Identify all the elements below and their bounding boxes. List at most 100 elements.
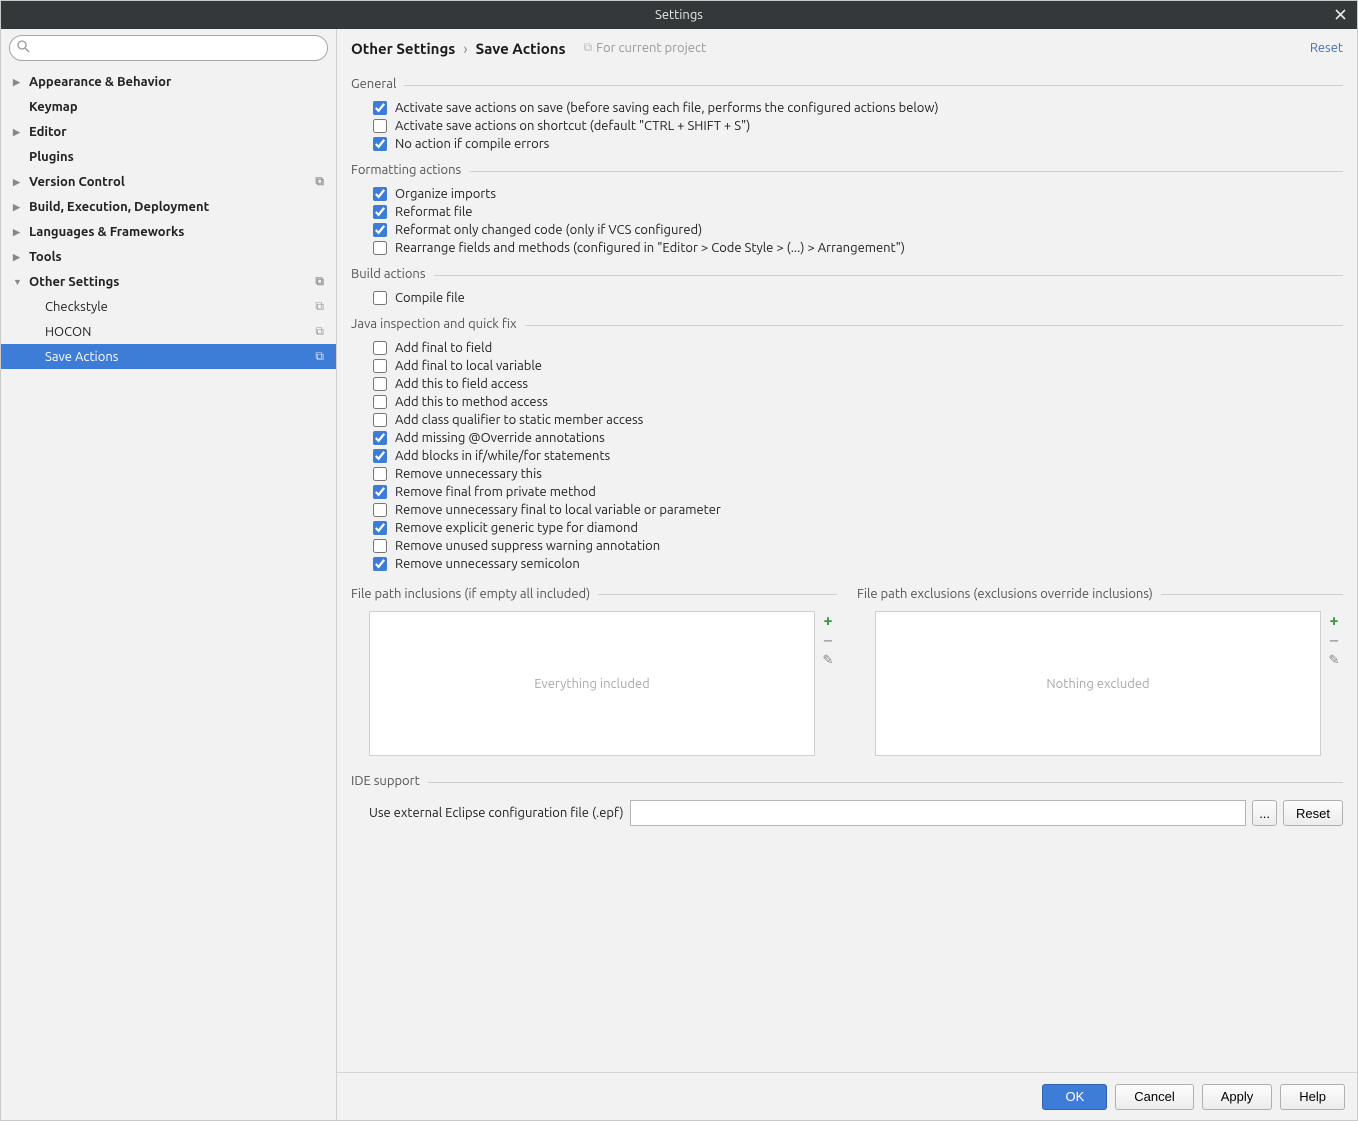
java-option[interactable]: Add final to local variable bbox=[373, 359, 1343, 373]
checkbox[interactable] bbox=[373, 187, 387, 201]
checkbox[interactable] bbox=[373, 485, 387, 499]
java-option[interactable]: Remove unnecessary final to local variab… bbox=[373, 503, 1343, 517]
option-label: Add final to field bbox=[395, 341, 492, 355]
java-option[interactable]: Remove unnecessary this bbox=[373, 467, 1343, 481]
sidebar-item-label: HOCON bbox=[45, 325, 91, 339]
checkbox[interactable] bbox=[373, 539, 387, 553]
checkbox[interactable] bbox=[373, 503, 387, 517]
cancel-button[interactable]: Cancel bbox=[1115, 1084, 1193, 1110]
browse-button[interactable]: ... bbox=[1252, 800, 1277, 826]
expand-arrow-icon bbox=[13, 201, 23, 213]
sidebar-item-save-actions[interactable]: Save Actions⧉ bbox=[1, 344, 336, 369]
java-option[interactable]: Add final to field bbox=[373, 341, 1343, 355]
project-scope-icon: ⧉ bbox=[315, 325, 324, 339]
checkbox[interactable] bbox=[373, 467, 387, 481]
general-option[interactable]: No action if compile errors bbox=[373, 137, 1343, 151]
ok-button[interactable]: OK bbox=[1042, 1084, 1107, 1110]
scope-label: ⧉ For current project bbox=[584, 41, 707, 55]
checkbox[interactable] bbox=[373, 223, 387, 237]
search-input[interactable] bbox=[9, 35, 328, 61]
sidebar-item-build-execution-deployment[interactable]: Build, Execution, Deployment bbox=[1, 194, 336, 219]
option-label: Add final to local variable bbox=[395, 359, 542, 373]
java-option[interactable]: Remove final from private method bbox=[373, 485, 1343, 499]
checkbox[interactable] bbox=[373, 557, 387, 571]
sidebar-item-editor[interactable]: Editor bbox=[1, 119, 336, 144]
inclusions-list[interactable]: Everything included bbox=[369, 611, 815, 756]
reset-link[interactable]: Reset bbox=[1310, 41, 1343, 55]
checkbox[interactable] bbox=[373, 341, 387, 355]
java-option[interactable]: Add class qualifier to static member acc… bbox=[373, 413, 1343, 427]
project-scope-icon: ⧉ bbox=[584, 41, 593, 55]
sidebar-item-other-settings[interactable]: Other Settings⧉ bbox=[1, 269, 336, 294]
sidebar-item-checkstyle[interactable]: Checkstyle⧉ bbox=[1, 294, 336, 319]
checkbox[interactable] bbox=[373, 431, 387, 445]
option-label: Add class qualifier to static member acc… bbox=[395, 413, 643, 427]
sidebar-item-label: Keymap bbox=[29, 100, 78, 114]
formatting-option[interactable]: Rearrange fields and methods (configured… bbox=[373, 241, 1343, 255]
expand-arrow-icon bbox=[13, 176, 23, 188]
breadcrumb: Other Settings › Save Actions bbox=[351, 40, 566, 57]
project-scope-icon: ⧉ bbox=[315, 350, 324, 364]
ide-reset-button[interactable]: Reset bbox=[1283, 800, 1343, 826]
apply-button[interactable]: Apply bbox=[1202, 1084, 1273, 1110]
java-option[interactable]: Add this to method access bbox=[373, 395, 1343, 409]
option-label: No action if compile errors bbox=[395, 137, 549, 151]
checkbox[interactable] bbox=[373, 101, 387, 115]
sidebar-item-label: Languages & Frameworks bbox=[29, 225, 184, 239]
checkbox[interactable] bbox=[373, 413, 387, 427]
exclusions-title: File path exclusions (exclusions overrid… bbox=[857, 587, 1153, 601]
java-option[interactable]: Add blocks in if/while/for statements bbox=[373, 449, 1343, 463]
java-option[interactable]: Add this to field access bbox=[373, 377, 1343, 391]
checkbox[interactable] bbox=[373, 395, 387, 409]
sidebar-item-keymap[interactable]: Keymap bbox=[1, 94, 336, 119]
checkbox[interactable] bbox=[373, 521, 387, 535]
sidebar-item-plugins[interactable]: Plugins bbox=[1, 144, 336, 169]
sidebar-item-tools[interactable]: Tools bbox=[1, 244, 336, 269]
project-scope-icon: ⧉ bbox=[315, 300, 324, 314]
project-scope-icon: ⧉ bbox=[315, 175, 324, 189]
sidebar-item-languages-frameworks[interactable]: Languages & Frameworks bbox=[1, 219, 336, 244]
option-label: Compile file bbox=[395, 291, 465, 305]
checkbox[interactable] bbox=[373, 359, 387, 373]
option-label: Remove unnecessary semicolon bbox=[395, 557, 580, 571]
option-label: Activate save actions on save (before sa… bbox=[395, 101, 939, 115]
java-option[interactable]: Add missing @Override annotations bbox=[373, 431, 1343, 445]
java-option[interactable]: Remove unused suppress warning annotatio… bbox=[373, 539, 1343, 553]
formatting-option[interactable]: Reformat file bbox=[373, 205, 1343, 219]
option-label: Organize imports bbox=[395, 187, 496, 201]
sidebar-item-appearance-behavior[interactable]: Appearance & Behavior bbox=[1, 69, 336, 94]
eclipse-config-label: Use external Eclipse configuration file … bbox=[369, 806, 624, 820]
formatting-option[interactable]: Organize imports bbox=[373, 187, 1343, 201]
build-option[interactable]: Compile file bbox=[373, 291, 1343, 305]
checkbox[interactable] bbox=[373, 291, 387, 305]
checkbox[interactable] bbox=[373, 205, 387, 219]
general-section-title: General bbox=[351, 77, 396, 93]
exclusions-list[interactable]: Nothing excluded bbox=[875, 611, 1321, 756]
project-scope-icon: ⧉ bbox=[315, 275, 324, 289]
edit-icon: ✎ bbox=[823, 653, 834, 668]
formatting-section-title: Formatting actions bbox=[351, 163, 461, 179]
checkbox[interactable] bbox=[373, 377, 387, 391]
checkbox[interactable] bbox=[373, 137, 387, 151]
java-option[interactable]: Remove unnecessary semicolon bbox=[373, 557, 1343, 571]
sidebar-item-version-control[interactable]: Version Control⧉ bbox=[1, 169, 336, 194]
java-option[interactable]: Remove explicit generic type for diamond bbox=[373, 521, 1343, 535]
general-option[interactable]: Activate save actions on save (before sa… bbox=[373, 101, 1343, 115]
sidebar-item-label: Tools bbox=[29, 250, 62, 264]
sidebar-item-hocon[interactable]: HOCON ⧉ bbox=[1, 319, 336, 344]
help-button[interactable]: Help bbox=[1280, 1084, 1345, 1110]
general-option[interactable]: Activate save actions on shortcut (defau… bbox=[373, 119, 1343, 133]
eclipse-config-input[interactable] bbox=[630, 800, 1247, 826]
checkbox[interactable] bbox=[373, 119, 387, 133]
checkbox[interactable] bbox=[373, 449, 387, 463]
option-label: Activate save actions on shortcut (defau… bbox=[395, 119, 750, 133]
sidebar-item-label: Plugins bbox=[29, 150, 74, 164]
checkbox[interactable] bbox=[373, 241, 387, 255]
add-icon[interactable]: + bbox=[823, 615, 832, 627]
add-icon[interactable]: + bbox=[1329, 615, 1338, 627]
close-icon[interactable] bbox=[1331, 5, 1349, 23]
option-label: Remove unused suppress warning annotatio… bbox=[395, 539, 660, 553]
expand-arrow-icon bbox=[13, 226, 23, 238]
formatting-option[interactable]: Reformat only changed code (only if VCS … bbox=[373, 223, 1343, 237]
expand-arrow-icon bbox=[13, 76, 23, 88]
